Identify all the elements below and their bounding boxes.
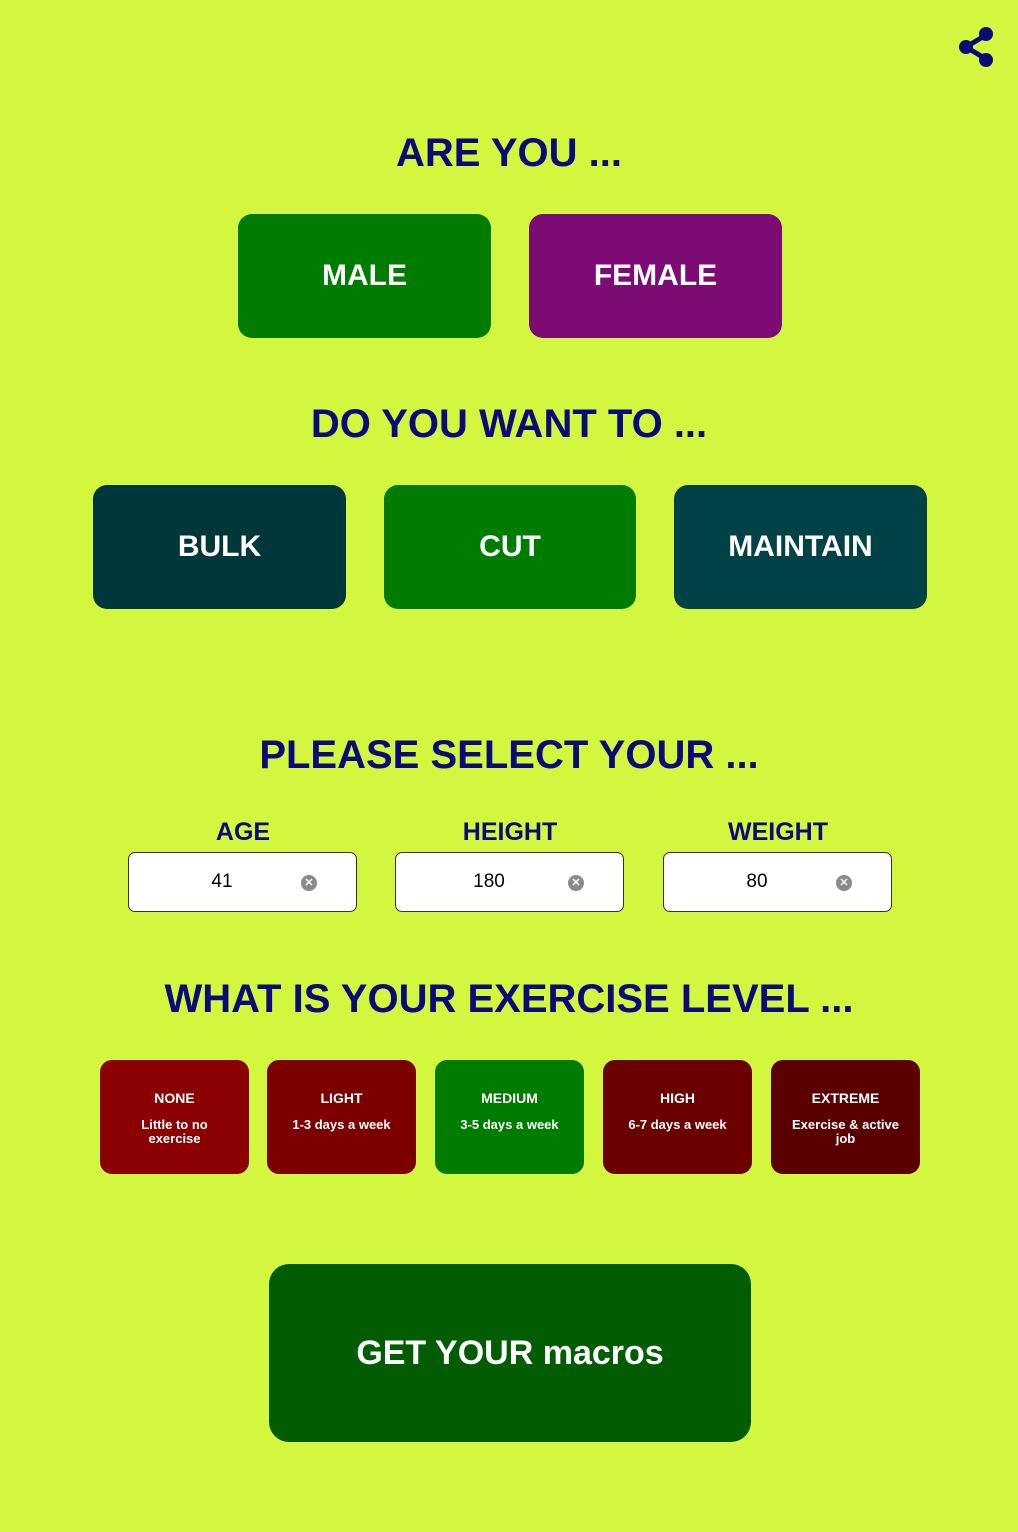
exercise-medium-button[interactable]: MEDIUM 3-5 days a week [435, 1060, 584, 1174]
age-field: ✕ [128, 852, 357, 912]
bulk-button[interactable]: BULK [93, 485, 346, 609]
gender-heading: ARE YOU ... [396, 131, 622, 175]
exercise-high-title: HIGH [660, 1090, 695, 1106]
exercise-extreme-title: EXTREME [811, 1090, 880, 1106]
get-macros-button[interactable]: GET YOUR macros [269, 1264, 751, 1442]
exercise-light-title: LIGHT [320, 1090, 363, 1106]
exercise-light-button[interactable]: LIGHT 1-3 days a week [267, 1060, 416, 1174]
goal-heading: DO YOU WANT TO ... [310, 402, 708, 446]
height-field: ✕ [395, 852, 624, 912]
stats-heading: PLEASE SELECT YOUR ... [259, 733, 759, 777]
height-input[interactable] [396, 853, 582, 911]
exercise-high-button[interactable]: HIGH 6-7 days a week [603, 1060, 752, 1174]
exercise-extreme-button[interactable]: EXTREME Exercise & active job [771, 1060, 920, 1174]
age-clear-icon[interactable]: ✕ [301, 875, 317, 891]
exercise-none-title: NONE [154, 1090, 195, 1106]
age-input[interactable] [129, 853, 315, 911]
share-button[interactable] [955, 25, 997, 69]
weight-clear-icon[interactable]: ✕ [836, 875, 852, 891]
height-label: HEIGHT [462, 818, 558, 846]
exercise-medium-title: MEDIUM [481, 1090, 538, 1106]
female-button[interactable]: FEMALE [529, 214, 782, 338]
exercise-medium-subtitle: 3-5 days a week [460, 1117, 559, 1132]
weight-label: WEIGHT [728, 818, 828, 846]
share-icon [959, 27, 993, 67]
age-label: AGE [215, 818, 271, 846]
exercise-light-subtitle: 1-3 days a week [292, 1117, 391, 1132]
male-button[interactable]: MALE [238, 214, 491, 338]
exercise-none-subtitle: Little to no exercise [141, 1117, 208, 1146]
exercise-high-subtitle: 6-7 days a week [628, 1117, 727, 1132]
cut-button[interactable]: CUT [384, 485, 636, 609]
exercise-none-button[interactable]: NONE Little to no exercise [100, 1060, 249, 1174]
height-clear-icon[interactable]: ✕ [568, 875, 584, 891]
exercise-extreme-subtitle: Exercise & active job [792, 1117, 899, 1146]
weight-field: ✕ [663, 852, 892, 912]
weight-input[interactable] [664, 853, 850, 911]
exercise-heading: WHAT IS YOUR EXERCISE LEVEL ... [164, 977, 854, 1021]
maintain-button[interactable]: MAINTAIN [674, 485, 927, 609]
